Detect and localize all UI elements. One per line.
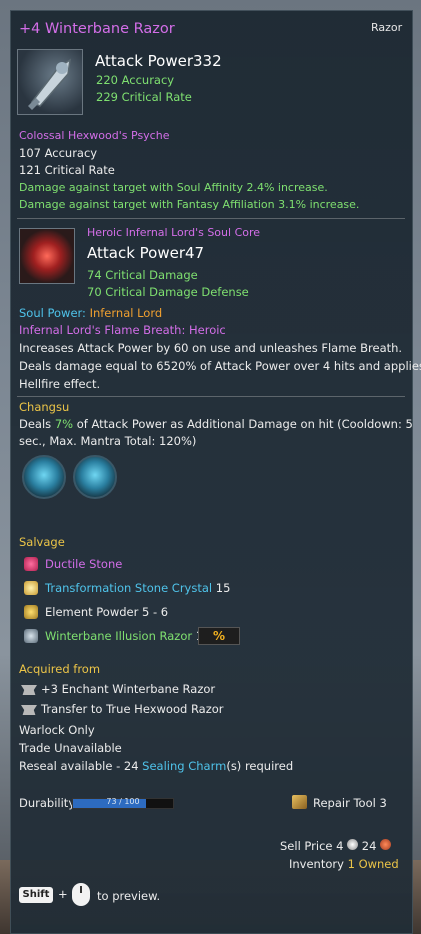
- illusion-razor-icon: [24, 629, 38, 643]
- psyche-bonus-soul-affinity: Damage against target with Soul Affinity…: [19, 181, 328, 194]
- weapon-icon: [17, 49, 83, 115]
- soul-skill-title: Infernal Lord's Flame Breath: Heroic: [19, 323, 226, 337]
- durability-bar: 73 / 100: [72, 797, 174, 809]
- salvage-item-element-powder: Element Powder 5 - 6: [45, 605, 168, 619]
- rune-slot-1-icon[interactable]: [22, 455, 66, 499]
- soul-power-label: Soul Power:: [19, 306, 86, 320]
- trade-restriction: Trade Unavailable: [19, 741, 122, 755]
- changsu-percent: 7%: [54, 417, 74, 431]
- psyche-accuracy: 107 Accuracy: [19, 146, 98, 160]
- transformation-stone-icon: [24, 581, 38, 595]
- item-name: +4 Winterbane Razor: [19, 21, 175, 37]
- soul-core-attack-power: Attack Power47: [87, 244, 205, 262]
- salvage-item-qty: 15: [215, 581, 231, 595]
- repair-tool-label: Repair Tool 3: [313, 796, 387, 810]
- salvage-item-qty: 5 - 6: [142, 605, 169, 619]
- inventory-count: Inventory 1 Owned: [289, 857, 399, 871]
- salvage-item-name: Winterbane Illusion Razor: [45, 629, 193, 643]
- shift-key-icon: Shift: [19, 887, 53, 903]
- divider: [17, 396, 405, 397]
- sell-price: Sell Price 4 24: [280, 839, 392, 853]
- item-accuracy: 220 Accuracy: [96, 73, 175, 87]
- changsu-text: Deals: [19, 417, 55, 431]
- durability-label: Durability: [19, 796, 76, 810]
- psyche-bonus-fantasy: Damage against target with Fantasy Affil…: [19, 198, 360, 211]
- salvage-item-ductile-stone: Ductile Stone: [45, 557, 123, 571]
- psyche-title: Colossal Hexwood's Psyche: [19, 129, 170, 142]
- changsu-desc-2: sec., Max. Mantra Total: 120%): [19, 434, 197, 448]
- psyche-critical-rate: 121 Critical Rate: [19, 163, 115, 177]
- salvage-item-name: Element Powder: [45, 605, 139, 619]
- soul-core-icon: [19, 228, 75, 284]
- durability-text: 73 / 100: [106, 797, 140, 806]
- copper-coin-icon: [380, 839, 392, 850]
- attack-power: Attack Power332: [95, 52, 222, 70]
- preview-label: to preview.: [97, 889, 161, 903]
- item-critical-rate: 229 Critical Rate: [96, 90, 192, 104]
- inventory-label: Inventory: [289, 857, 344, 871]
- soul-core-title: Heroic Infernal Lord's Soul Core: [87, 226, 261, 239]
- soul-skill-desc-3: Hellfire effect.: [19, 377, 101, 391]
- soul-power-line: Soul Power: Infernal Lord: [19, 306, 162, 320]
- soul-core-crit-damage: 74 Critical Damage: [87, 268, 198, 282]
- ductile-stone-icon: [24, 557, 38, 571]
- salvage-title: Salvage: [19, 535, 65, 549]
- acquired-title: Acquired from: [19, 662, 101, 676]
- changsu-desc-1: Deals 7% of Attack Power as Additional D…: [19, 417, 413, 431]
- sell-price-silver: 24: [361, 839, 377, 853]
- salvage-item-name: Transformation Stone Crystal: [45, 581, 213, 595]
- sell-price-label: Sell Price 4: [280, 839, 344, 853]
- silver-coin-icon: [347, 839, 359, 850]
- rune-slot-2-icon[interactable]: [73, 455, 117, 499]
- divider: [17, 218, 405, 219]
- acquired-item-transfer: Transfer to True Hexwood Razor: [41, 702, 224, 716]
- salvage-item-transformation: Transformation Stone Crystal 15: [45, 581, 230, 595]
- soul-core-crit-defense: 70 Critical Damage Defense: [87, 285, 249, 299]
- class-restriction: Warlock Only: [19, 723, 95, 737]
- inventory-owned: 1 Owned: [347, 857, 399, 871]
- changsu-title: Changsu: [19, 400, 70, 414]
- reseal-info: Reseal available - 24 Sealing Charm(s) r…: [19, 759, 293, 773]
- soul-skill-desc-1: Increases Attack Power by 60 on use and …: [19, 341, 403, 355]
- preview-plus: +: [58, 887, 68, 901]
- repair-tool-icon: [292, 795, 307, 809]
- acquired-item-enchant: +3 Enchant Winterbane Razor: [41, 682, 216, 696]
- soul-power-value: Infernal Lord: [89, 306, 163, 320]
- reseal-text: (s) required: [226, 759, 294, 773]
- changsu-text: of Attack Power as Additional Damage on …: [73, 417, 413, 431]
- salvage-item-illusion-razor: Winterbane Illusion Razor 1: [45, 629, 203, 643]
- element-powder-icon: [24, 605, 38, 619]
- reseal-text: Reseal available - 24: [19, 759, 143, 773]
- item-category: Razor: [371, 21, 403, 34]
- salvage-chance-badge: %: [198, 627, 240, 645]
- soul-skill-desc-2: Deals damage equal to 6520% of Attack Po…: [19, 359, 421, 373]
- sealing-charm-link: Sealing Charm: [142, 759, 227, 773]
- mouse-icon: [72, 883, 90, 906]
